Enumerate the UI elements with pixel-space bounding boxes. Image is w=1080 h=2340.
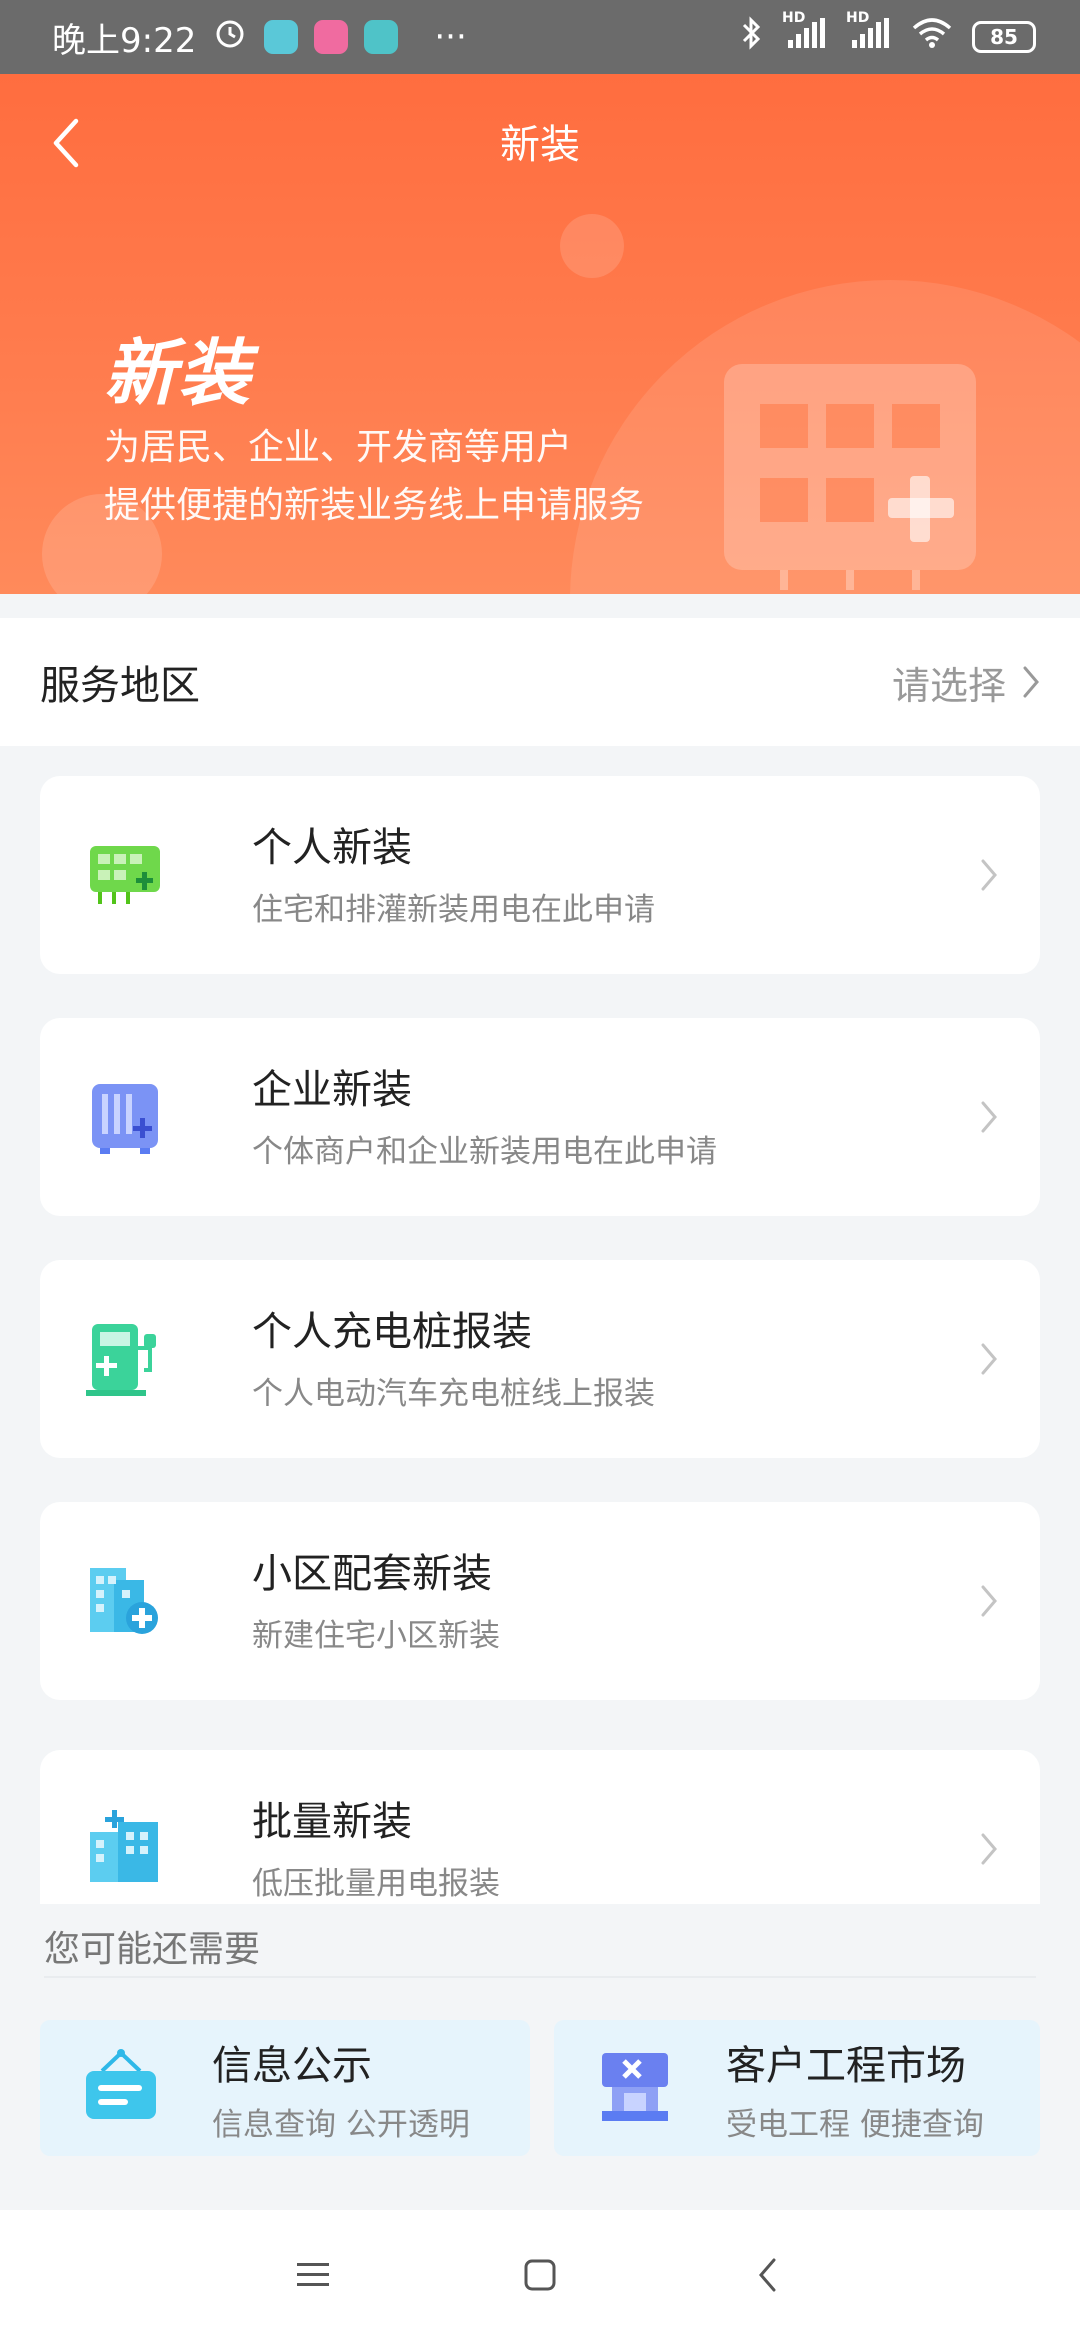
system-back-button[interactable] (737, 2245, 797, 2305)
hero-subtitle-line2: 提供便捷的新装业务线上申请服务 (104, 485, 645, 526)
wifi-icon (910, 16, 954, 59)
hero-title: 新装 (104, 331, 253, 415)
tile-engineering-market[interactable]: 客户工程市场 受电工程 便捷查询 (554, 2020, 1040, 2156)
hero-subtitle-line1: 为居民、企业、开发商等用户 (104, 427, 573, 468)
service-title: 个人新装 (252, 824, 412, 871)
back-arrow-icon (758, 2258, 776, 2292)
battery-level: 85 (990, 25, 1018, 49)
bluetooth-icon (740, 15, 764, 60)
tile-desc: 受电工程 便捷查询 (726, 2106, 984, 2143)
decor-circle (560, 214, 624, 278)
signal-icon: HD (782, 10, 828, 59)
system-navigation-bar (0, 2210, 1080, 2340)
home-button[interactable] (510, 2245, 570, 2305)
chevron-right-icon (981, 1343, 997, 1375)
service-card-residential[interactable]: 小区配套新装 新建住宅小区新装 (40, 1502, 1040, 1700)
alarm-icon (212, 15, 248, 60)
more-notifications: ··· (434, 17, 467, 57)
tile-info-disclosure[interactable]: 信息公示 信息查询 公开透明 (40, 2020, 530, 2156)
chevron-right-icon (1023, 666, 1039, 698)
residential-building-icon (90, 1568, 158, 1634)
status-time: 晚上9:22 (52, 20, 197, 61)
service-title: 个人充电桩报装 (252, 1308, 532, 1355)
page-title: 新装 (500, 122, 580, 168)
service-card-charging-pile[interactable]: 个人充电桩报装 个人电动汽车充电桩线上报装 (40, 1260, 1040, 1458)
service-desc: 住宅和排灌新装用电在此申请 (252, 891, 655, 928)
service-desc: 个体商户和企业新装用电在此申请 (252, 1133, 717, 1170)
chevron-right-icon (981, 1585, 997, 1617)
tile-title: 客户工程市场 (726, 2042, 966, 2089)
signal-label: HD (782, 9, 806, 26)
hero-banner: 新装 新装 为居民、企业、开发商等用户 提供便捷的新装业务线上申请服务 (0, 74, 1080, 594)
chevron-right-icon (981, 1833, 997, 1865)
chevron-right-icon (981, 859, 997, 891)
service-card-enterprise[interactable]: 企业新装 个体商户和企业新装用电在此申请 (40, 1018, 1040, 1216)
tile-desc: 信息查询 公开透明 (212, 2106, 470, 2143)
card-clip-region: 批量新装 低压批量用电报装 (0, 1700, 1080, 1904)
service-card-batch[interactable]: 批量新装 低压批量用电报装 (40, 1750, 1040, 1904)
charging-pile-icon (86, 1324, 156, 1396)
battery-icon: 85 (972, 21, 1036, 53)
chevron-right-icon (981, 1101, 997, 1133)
service-area-value: 请选择 (892, 655, 1040, 710)
service-area-label: 服务地区 (40, 663, 200, 709)
tile-title: 信息公示 (212, 2042, 372, 2089)
app-notification-icon (264, 20, 299, 54)
service-desc: 低压批量用电报装 (252, 1865, 500, 1902)
service-desc: 个人电动汽车充电桩线上报装 (252, 1375, 655, 1412)
home-square-icon (524, 2259, 556, 2291)
menu-button[interactable] (283, 2245, 343, 2305)
app-notification-icon (364, 20, 399, 54)
signal-label: HD (846, 9, 870, 26)
engineering-market-icon (602, 2053, 668, 2121)
service-desc: 新建住宅小区新装 (252, 1617, 500, 1654)
service-title: 小区配套新装 (252, 1550, 492, 1597)
service-title: 批量新装 (252, 1798, 412, 1845)
batch-buildings-icon (90, 1810, 158, 1882)
meter-illustration-icon (724, 364, 976, 590)
section-title: 您可能还需要 (44, 1929, 261, 1970)
service-area-placeholder: 请选择 (891, 663, 1006, 708)
enterprise-cabinet-icon (92, 1084, 158, 1154)
status-bar: 晚上9:22 ··· HD HD 85 (0, 0, 1080, 74)
house-meter-icon (90, 846, 160, 904)
app-notification-icon (314, 20, 349, 54)
menu-icon (297, 2263, 330, 2286)
service-area-selector[interactable]: 服务地区 请选择 (0, 618, 1080, 746)
divider (44, 1976, 1036, 1978)
notice-board-icon (86, 2049, 156, 2119)
service-card-personal[interactable]: 个人新装 住宅和排灌新装用电在此申请 (40, 776, 1040, 974)
signal-icon: HD (846, 10, 892, 59)
service-title: 企业新装 (252, 1066, 412, 1113)
